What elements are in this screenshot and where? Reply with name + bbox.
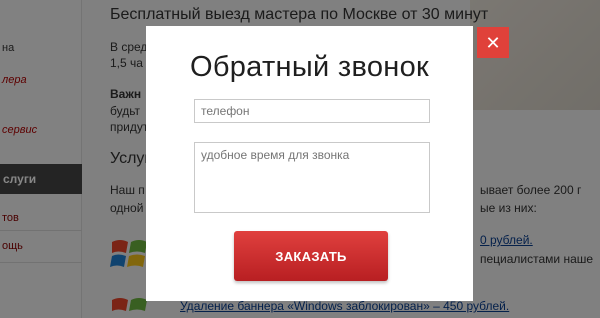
close-icon: ✕ <box>485 32 501 53</box>
order-button[interactable]: ЗАКАЗАТЬ <box>234 231 388 281</box>
close-button[interactable]: ✕ <box>477 27 509 58</box>
callback-modal: Обратный звонок ЗАКАЗАТЬ <box>146 26 473 301</box>
modal-title: Обратный звонок <box>189 51 430 83</box>
callback-time-input[interactable] <box>194 142 430 213</box>
phone-input[interactable] <box>194 99 430 123</box>
